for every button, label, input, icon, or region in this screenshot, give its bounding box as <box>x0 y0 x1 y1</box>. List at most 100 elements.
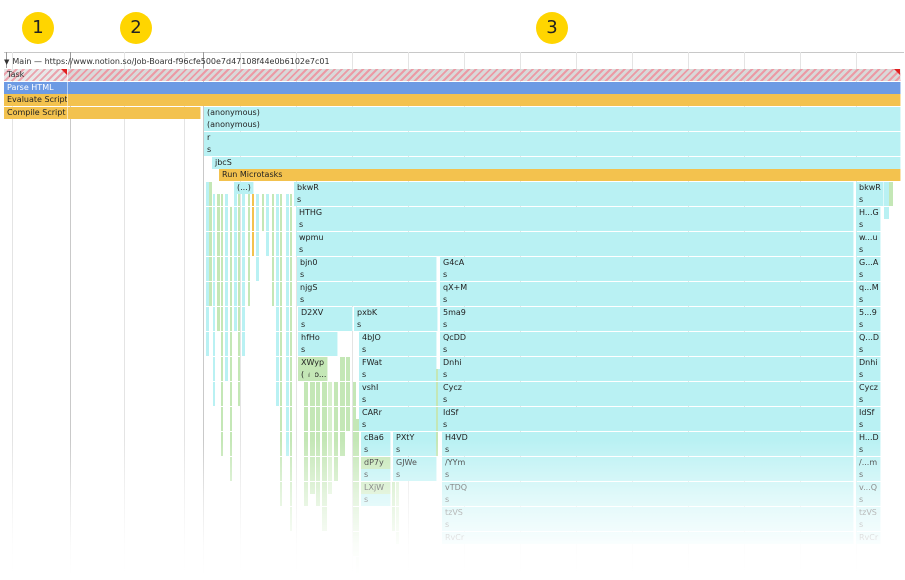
flame-entry-thin[interactable] <box>438 369 440 381</box>
flame-entry-thin[interactable] <box>356 556 359 569</box>
flame-entry[interactable]: s <box>359 369 437 381</box>
flame-entry-thin[interactable] <box>436 431 438 444</box>
flame-entry[interactable]: s <box>354 319 438 331</box>
flame-entry[interactable]: Task <box>4 69 901 81</box>
flame-entry[interactable]: s <box>361 469 391 481</box>
flame-entry[interactable]: Dnhi <box>856 356 881 369</box>
flame-entry-thin[interactable] <box>221 219 223 231</box>
flame-entry-thin[interactable] <box>230 431 232 444</box>
flame-entry-thin[interactable] <box>242 319 245 331</box>
flame-entry-thin[interactable] <box>322 406 327 419</box>
flame-entry-thin[interactable] <box>276 356 279 369</box>
flame-entry-thin[interactable] <box>322 506 327 519</box>
flame-entry-thin[interactable] <box>248 269 250 281</box>
flame-entry-thin[interactable] <box>392 519 395 531</box>
flame-entry-thin[interactable] <box>234 269 237 281</box>
flame-entry[interactable]: s <box>856 419 881 431</box>
flame-entry-thin[interactable] <box>248 219 250 231</box>
flame-entry-thin[interactable] <box>252 244 254 256</box>
flame-entry-thin[interactable] <box>230 344 232 356</box>
flame-entry[interactable]: 5ma9 <box>440 306 854 319</box>
flame-entry[interactable]: q...M <box>856 281 881 294</box>
flame-entry-thin[interactable] <box>438 394 440 406</box>
flame-entry-thin[interactable] <box>238 306 240 319</box>
flame-entry-thin[interactable] <box>356 456 359 469</box>
flame-entry-thin[interactable] <box>286 206 289 219</box>
flame-entry[interactable]: s <box>393 469 437 481</box>
flame-entry[interactable]: IdSf <box>856 406 881 419</box>
flame-entry-thin[interactable] <box>328 444 332 456</box>
flame-entry-thin[interactable] <box>286 219 289 231</box>
flame-entry-thin[interactable] <box>262 206 264 219</box>
flame-entry-thin[interactable] <box>328 481 332 494</box>
flame-entry[interactable]: s <box>440 369 854 381</box>
flame-entry-thin[interactable] <box>272 256 274 269</box>
flame-entry[interactable]: H...G <box>856 206 881 219</box>
flame-entry-thin[interactable] <box>209 244 212 256</box>
flame-entry-thin[interactable] <box>217 281 220 294</box>
flame-entry-thin[interactable] <box>304 406 308 419</box>
flame-entry[interactable]: Parse HTML <box>4 81 901 94</box>
flame-entry[interactable]: 5...9 <box>856 306 881 319</box>
flame-entry[interactable]: FWat <box>359 356 437 369</box>
flame-entry-thin[interactable] <box>209 206 212 219</box>
flame-entry-thin[interactable] <box>290 319 292 331</box>
flame-entry-thin[interactable] <box>209 294 212 306</box>
flame-entry-thin[interactable] <box>280 444 282 456</box>
flame-entry[interactable]: tzVS <box>856 506 881 519</box>
flame-entry-thin[interactable] <box>230 281 232 294</box>
flame-entry-thin[interactable] <box>276 244 279 256</box>
flame-entry-thin[interactable] <box>290 206 292 219</box>
flame-entry[interactable]: (...) <box>234 181 254 194</box>
flame-entry-thin[interactable] <box>248 256 250 269</box>
flame-entry-thin[interactable] <box>225 206 228 219</box>
flame-entry-thin[interactable] <box>290 394 292 406</box>
flame-entry-thin[interactable] <box>290 269 292 281</box>
flame-entry-thin[interactable] <box>238 381 240 394</box>
flame-entry-thin[interactable] <box>225 194 228 206</box>
flame-entry-thin[interactable] <box>256 231 259 244</box>
flame-entry-thin[interactable] <box>213 331 215 344</box>
flame-entry-thin[interactable] <box>217 206 220 219</box>
flame-entry[interactable]: pxbK <box>354 306 438 319</box>
flame-entry-thin[interactable] <box>234 206 237 219</box>
flame-entry-thin[interactable] <box>276 331 279 344</box>
left-pane-entry[interactable]: Evaluate Script <box>4 94 68 106</box>
flame-entry-thin[interactable] <box>230 294 232 306</box>
flame-entry-thin[interactable] <box>213 269 215 281</box>
flame-entry-thin[interactable] <box>238 344 240 356</box>
flame-entry[interactable]: s <box>440 294 854 306</box>
flame-entry[interactable]: CARr <box>359 406 437 419</box>
flame-entry-thin[interactable] <box>225 281 228 294</box>
flame-entry-thin[interactable] <box>286 331 289 344</box>
flame-entry-thin[interactable] <box>356 444 359 456</box>
flame-entry-thin[interactable] <box>221 294 223 306</box>
flame-entry-thin[interactable] <box>346 356 350 369</box>
flame-entry[interactable]: njgS <box>297 281 437 294</box>
flame-entry-thin[interactable] <box>248 244 250 256</box>
flame-entry-thin[interactable] <box>392 506 395 519</box>
flame-entry-thin[interactable] <box>209 231 212 244</box>
flame-entry-thin[interactable] <box>396 531 399 544</box>
flame-entry-thin[interactable] <box>221 281 223 294</box>
flame-entry[interactable]: s <box>856 269 881 281</box>
flame-entry-thin[interactable] <box>290 306 292 319</box>
flame-entry[interactable]: G4cA <box>440 256 854 269</box>
flame-entry-thin[interactable] <box>396 506 399 519</box>
flame-entry-thin[interactable] <box>217 306 220 319</box>
flame-entry-thin[interactable] <box>234 294 237 306</box>
flame-entry-thin[interactable] <box>272 194 274 206</box>
flame-entry[interactable]: s <box>440 269 854 281</box>
flame-entry-thin[interactable] <box>438 419 440 431</box>
flame-entry-thin[interactable] <box>276 269 279 281</box>
flame-entry-thin[interactable] <box>248 281 250 294</box>
flame-entry-thin[interactable] <box>209 194 212 206</box>
flame-entry-thin[interactable] <box>238 219 240 231</box>
flame-entry-thin[interactable] <box>392 481 395 494</box>
flame-entry-thin[interactable] <box>272 281 274 294</box>
flame-entry-thin[interactable] <box>280 406 282 419</box>
flame-entry-thin[interactable] <box>221 356 223 369</box>
flame-entry-thin[interactable] <box>230 356 232 369</box>
flame-entry-thin[interactable] <box>242 281 245 294</box>
flame-entry-thin[interactable] <box>225 256 228 269</box>
